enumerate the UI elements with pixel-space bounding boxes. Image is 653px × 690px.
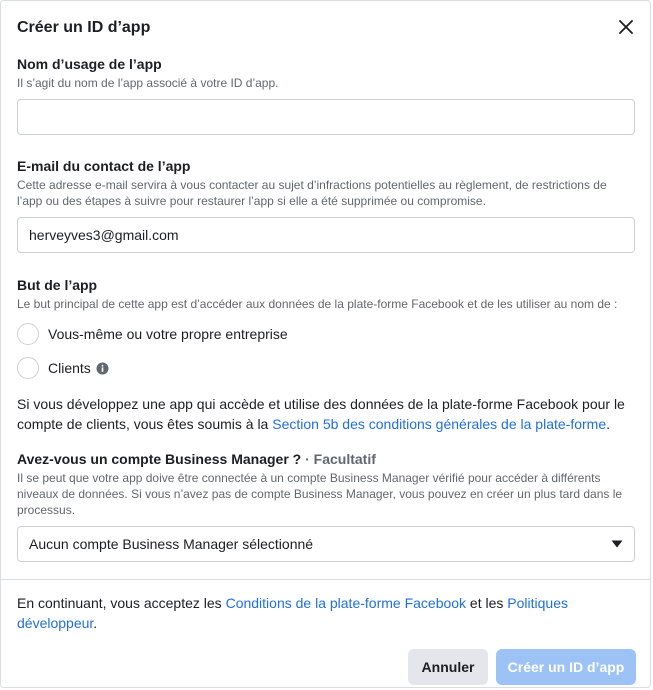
close-icon [619,20,633,34]
app-name-input[interactable] [17,99,635,135]
business-manager-label-text: Avez-vous un compte Business Manager ? [17,451,302,467]
app-purpose-label: But de l’app [17,277,98,293]
dialog-body: Nom d’usage de l’app Il s’agit du nom de… [17,55,635,562]
caret-down-icon [611,540,623,548]
contact-email-help: Cette adresse e-mail servira à vous cont… [17,178,607,208]
contact-email-input[interactable] [17,217,635,253]
cancel-button[interactable]: Annuler [408,649,488,685]
business-manager-select[interactable]: Aucun compte Business Manager sélectionn… [17,526,635,562]
app-name-help: Il s’agit du nom de l’app associé à votr… [17,76,279,90]
app-purpose-help: Le but principal de cette app est d’accé… [17,297,618,311]
close-button[interactable] [612,13,640,41]
radio-button[interactable] [17,323,39,345]
business-manager-section: Avez-vous un compte Business Manager ? ·… [17,450,635,562]
optional-tag: · Facultatif [301,451,376,467]
app-purpose-section: But de l’app Le but principal de cette a… [17,276,635,434]
business-manager-label: Avez-vous un compte Business Manager ? ·… [17,450,635,468]
clients-notice: Si vous développez une app qui accède et… [17,394,635,434]
create-app-dialog: Créer un ID d’app Nom d’usage de l’app I… [0,0,651,688]
footer-terms: En continuant, vous acceptez les Conditi… [17,593,617,633]
radio-option-clients[interactable]: Clients [17,356,635,380]
radio-label-self: Vous-même ou votre propre entreprise [48,326,288,342]
app-name-section: Nom d’usage de l’app Il s’agit du nom de… [17,55,635,135]
radio-button[interactable] [17,357,39,379]
contact-email-section: E-mail du contact de l’app Cette adresse… [17,157,635,253]
dialog-header: Créer un ID d’app [17,17,634,41]
app-name-label: Nom d’usage de l’app [17,56,162,72]
footer-text-before: En continuant, vous acceptez les [17,595,226,611]
dialog-title: Créer un ID d’app [17,19,151,36]
contact-email-label: E-mail du contact de l’app [17,158,191,174]
create-app-id-button[interactable]: Créer un ID d’app [496,649,636,685]
clients-notice-end: . [606,416,610,432]
footer-divider [1,579,650,580]
radio-label-clients: Clients [48,360,91,376]
platform-terms-section-link[interactable]: Section 5b des conditions générales de l… [272,416,606,432]
business-manager-selected-value: Aucun compte Business Manager sélectionn… [29,536,314,552]
radio-option-self[interactable]: Vous-même ou votre propre entreprise [17,322,635,346]
platform-conditions-link[interactable]: Conditions de la plate-forme Facebook [226,595,466,611]
footer-text-end: . [93,615,98,631]
footer-text-middle: et les [466,595,508,611]
business-manager-help: Il se peut que votre app doive être conn… [17,471,623,517]
info-icon[interactable] [96,362,109,375]
